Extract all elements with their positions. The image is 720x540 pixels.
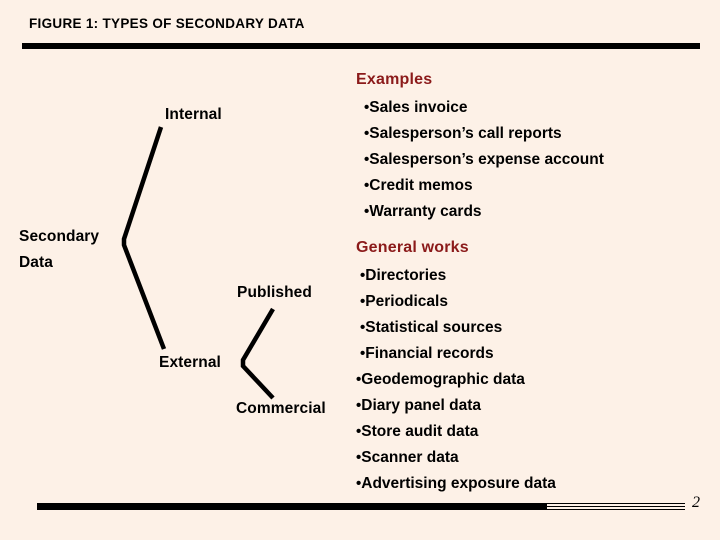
list-item-label: Directories (365, 267, 447, 284)
list-item: •Sales invoice (356, 95, 604, 121)
list-item-label: Warranty cards (369, 203, 482, 220)
list-item: •Advertising exposure data (356, 471, 556, 497)
list-item: •Credit memos (356, 173, 604, 199)
slide-canvas: FIGURE 1: TYPES OF SECONDARY DATA Second… (0, 0, 720, 540)
list-item-label: Statistical sources (365, 319, 503, 336)
tree-node-external: External (159, 354, 221, 371)
list-item: •Scanner data (356, 445, 556, 471)
general-works-heading: General works (356, 239, 469, 256)
top-divider (22, 43, 700, 49)
list-item-label: Advertising exposure data (361, 475, 556, 492)
tree-node-secondary-data: Secondary (19, 228, 100, 245)
list-item: •Statistical sources (356, 315, 556, 341)
examples-heading: Examples (356, 71, 433, 88)
list-item: •Store audit data (356, 419, 556, 445)
list-item-label: Credit memos (369, 177, 473, 194)
list-item: •Financial records (356, 341, 556, 367)
list-item: •Directories (356, 263, 556, 289)
general-works-list-block: General works •Directories •Periodicals … (356, 238, 556, 497)
list-item-label: Geodemographic data (361, 371, 525, 388)
examples-list-block: Examples •Sales invoice •Salesperson’s c… (356, 70, 604, 225)
list-item-label: Salesperson’s expense account (369, 151, 604, 168)
list-item: •Salesperson’s call reports (356, 121, 604, 147)
list-item: •Salesperson’s expense account (356, 147, 604, 173)
list-item-label: Diary panel data (361, 397, 482, 414)
tree-node-internal: Internal (165, 106, 222, 123)
list-item: •Geodemographic data (356, 367, 556, 393)
bottom-divider-thick (37, 503, 547, 510)
list-item-label: Sales invoice (369, 99, 468, 116)
tree-node-secondary-data-line2: Data (19, 254, 53, 271)
list-item-label: Financial records (365, 345, 494, 362)
tree-node-published: Published (237, 284, 312, 301)
list-item-label: Scanner data (361, 449, 459, 466)
page-number: 2 (692, 494, 700, 511)
list-item: •Warranty cards (356, 199, 604, 225)
list-item-label: Periodicals (365, 293, 448, 310)
list-item-label: Store audit data (361, 423, 479, 440)
tree-node-commercial: Commercial (236, 400, 326, 417)
page-title: FIGURE 1: TYPES OF SECONDARY DATA (29, 16, 305, 31)
list-item: •Periodicals (356, 289, 556, 315)
list-item: •Diary panel data (356, 393, 556, 419)
list-item-label: Salesperson’s call reports (369, 125, 562, 142)
